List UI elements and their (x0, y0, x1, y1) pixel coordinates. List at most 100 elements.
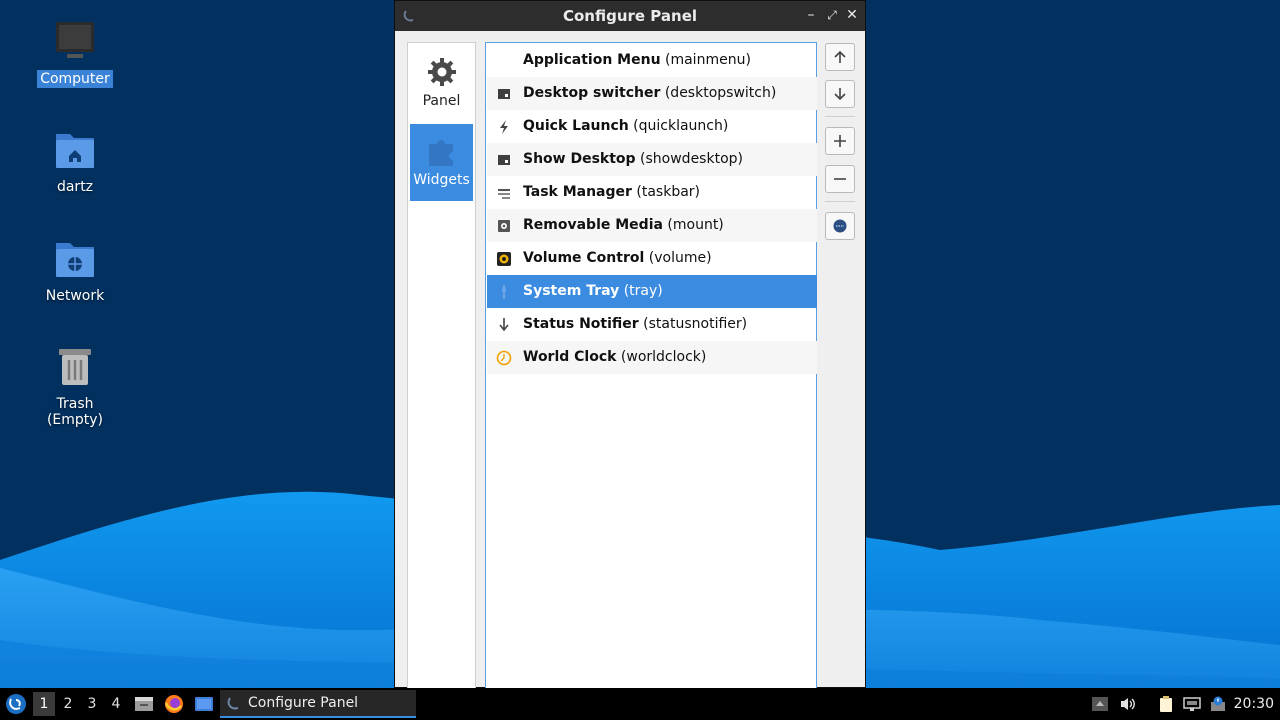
workspace-3[interactable]: 3 (81, 692, 103, 716)
widget-id: (volume) (648, 250, 712, 266)
list-item-mount[interactable]: Removable Media (mount) (487, 209, 817, 242)
desktop-icon-label: Trash (Empty) (46, 396, 104, 428)
task-button-configure-panel[interactable]: Configure Panel (220, 690, 416, 718)
configure-icon (833, 219, 847, 233)
window-title: Configure Panel (562, 7, 698, 25)
widget-name: Show Desktop (523, 151, 636, 167)
speaker-icon (497, 252, 511, 266)
move-up-button[interactable] (825, 43, 855, 71)
remove-icon (834, 178, 846, 180)
desktop-icon-label: Network (45, 288, 105, 304)
widget-list[interactable]: Application Menu (mainmenu) Desktop swit… (485, 42, 817, 689)
lxqt-logo-icon (6, 694, 26, 714)
drive-icon (498, 220, 510, 232)
desktop-switcher-icon (498, 89, 510, 99)
widget-name: Status Notifier (523, 316, 639, 332)
widget-name: World Clock (523, 349, 617, 365)
network-folder-icon (53, 237, 97, 281)
volume-icon[interactable] (1119, 696, 1137, 712)
widget-id: (mount) (667, 217, 724, 233)
move-down-icon (834, 88, 846, 101)
widget-name: Task Manager (523, 184, 632, 200)
list-item-showdesktop[interactable]: Show Desktop (showdesktop) (487, 143, 817, 176)
desktop-icon-network[interactable]: Network (25, 237, 125, 305)
clock-icon (496, 350, 512, 366)
task-label: Configure Panel (248, 695, 359, 711)
widget-name: System Tray (523, 283, 620, 299)
widget-name: Removable Media (523, 217, 663, 233)
desktop-icon-label: dartz (56, 179, 94, 195)
update-notifier-icon[interactable] (1209, 696, 1227, 712)
file-manager-launcher[interactable] (133, 688, 155, 720)
configure-panel-window: Configure Panel – ⤢ ✕ Panel Widgets Appl… (394, 0, 866, 689)
taskbar: 1 2 3 4 Configure Panel 20:30 (0, 688, 1280, 720)
widget-id: (statusnotifier) (643, 316, 748, 332)
desktop-icon (195, 697, 213, 711)
add-icon (834, 135, 846, 147)
tab-widgets[interactable]: Widgets (410, 124, 473, 201)
tab-label: Widgets (413, 172, 470, 188)
widget-id: (worldclock) (620, 349, 707, 365)
show-desktop-launcher[interactable] (193, 688, 215, 720)
separator (825, 201, 855, 202)
list-item-worldclock[interactable]: World Clock (worldclock) (487, 341, 817, 374)
widget-id: (mainmenu) (665, 52, 751, 68)
desktop-icon-dartz[interactable]: dartz (25, 128, 125, 196)
desktop-icon-trash[interactable]: Trash (Empty) (25, 345, 125, 429)
clock[interactable]: 20:30 (1234, 688, 1274, 720)
workspace-2[interactable]: 2 (57, 692, 79, 716)
show-desktop-icon (498, 155, 510, 165)
start-menu-button[interactable] (4, 688, 28, 720)
separator (825, 116, 855, 117)
list-item-statusnotifier[interactable]: Status Notifier (statusnotifier) (487, 308, 817, 341)
firefox-icon (164, 695, 183, 713)
tab-panel[interactable]: Panel (410, 45, 473, 122)
workspace-4[interactable]: 4 (105, 692, 127, 716)
puzzle-icon (425, 134, 459, 168)
app-menu-icon (496, 53, 512, 69)
widget-id: (tray) (623, 283, 663, 299)
gear-icon (425, 55, 459, 89)
firefox-launcher[interactable] (163, 688, 185, 720)
minimize-button[interactable]: – (802, 6, 820, 24)
list-item-volume[interactable]: Volume Control (volume) (487, 242, 817, 275)
widget-name: Volume Control (523, 250, 645, 266)
close-button[interactable]: ✕ (843, 6, 861, 24)
list-item-quicklaunch[interactable]: Quick Launch (quicklaunch) (487, 110, 817, 143)
tray-icon (502, 285, 506, 299)
tray-arrow-icon[interactable] (1091, 696, 1109, 712)
list-item-mainmenu[interactable]: Application Menu (mainmenu) (487, 44, 817, 77)
file-manager-icon (135, 697, 153, 711)
widget-id: (quicklaunch) (633, 118, 729, 134)
desktop-icon-label: Computer (37, 70, 113, 88)
workspace-1[interactable]: 1 (33, 692, 55, 716)
trash-icon (53, 345, 97, 389)
add-widget-button[interactable] (825, 127, 855, 155)
list-item-taskbar[interactable]: Task Manager (taskbar) (487, 176, 817, 209)
widget-name: Desktop switcher (523, 85, 661, 101)
tab-label: Panel (422, 93, 461, 109)
move-up-icon (834, 50, 846, 63)
list-item-tray[interactable]: System Tray (tray) (487, 275, 817, 308)
maximize-button[interactable]: ⤢ (823, 6, 841, 24)
window-titlebar[interactable]: Configure Panel – ⤢ ✕ (395, 1, 865, 31)
remove-widget-button[interactable] (825, 165, 855, 193)
widget-name: Application Menu (523, 52, 661, 68)
notifier-icon (499, 318, 509, 332)
clipboard-icon[interactable] (1157, 696, 1175, 712)
home-folder-icon (53, 128, 97, 172)
configure-widget-button[interactable] (825, 212, 855, 240)
widget-id: (taskbar) (636, 184, 701, 200)
computer-icon (53, 20, 97, 64)
widget-id: (showdesktop) (640, 151, 743, 167)
task-manager-icon (498, 189, 510, 199)
lightning-icon (500, 120, 508, 134)
list-item-desktopswitch[interactable]: Desktop switcher (desktopswitch) (487, 77, 817, 110)
move-down-button[interactable] (825, 80, 855, 108)
desktop-icon-computer[interactable]: Computer (25, 20, 125, 88)
widget-id: (desktopswitch) (664, 85, 777, 101)
section-list: Panel Widgets (407, 42, 476, 689)
widget-name: Quick Launch (523, 118, 629, 134)
lxqt-logo-icon (227, 697, 239, 710)
network-icon[interactable] (1183, 696, 1201, 712)
